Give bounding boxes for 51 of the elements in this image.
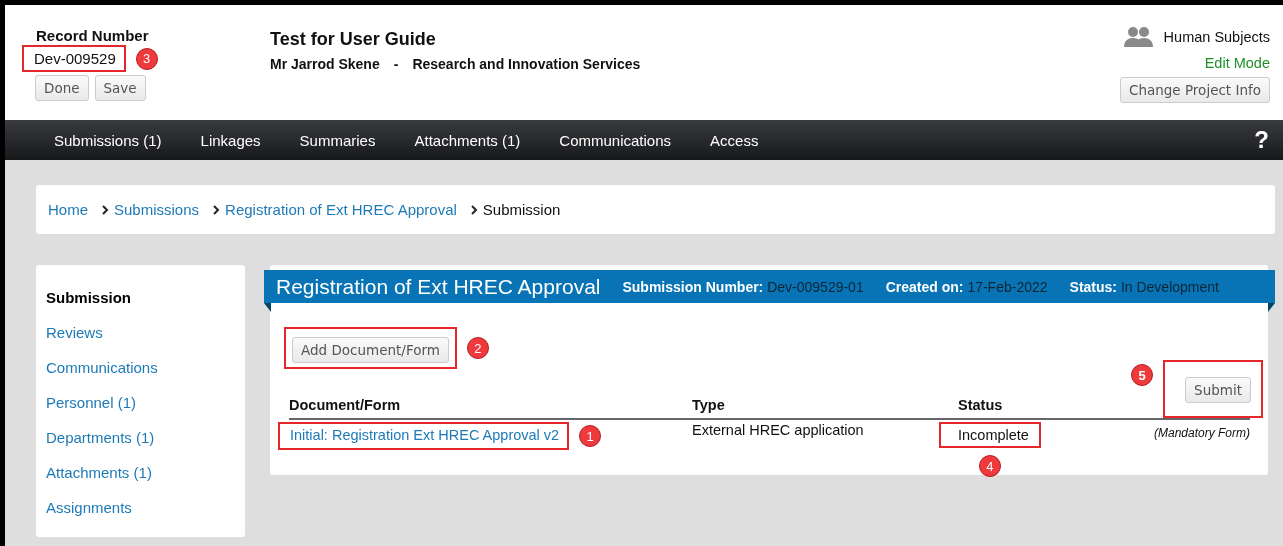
callout-badge: 3 bbox=[135, 47, 158, 70]
status-text: Incomplete bbox=[958, 427, 1029, 443]
column-header: Document/Form bbox=[289, 397, 402, 414]
meta-field: Status: In Development bbox=[1069, 278, 1219, 295]
sidebar-item[interactable]: Attachments (1) bbox=[46, 464, 235, 482]
callout-badge: 1 bbox=[579, 425, 602, 447]
breadcrumb-link[interactable]: Home bbox=[48, 201, 88, 218]
people-icon bbox=[1123, 25, 1154, 49]
chevron-icon bbox=[213, 204, 221, 215]
submission-title: Registration of Ext HREC Approval bbox=[276, 274, 601, 299]
sidebar-item[interactable]: Departments (1) bbox=[46, 429, 235, 447]
chevron-icon bbox=[102, 204, 109, 215]
investigator-name: Mr Jarrod Skene bbox=[270, 56, 380, 72]
document-link[interactable]: Initial: Registration Ext HREC Approval v2 bbox=[290, 427, 560, 443]
submit-button[interactable]: Submit bbox=[1185, 377, 1251, 403]
nav-tab[interactable]: Communications bbox=[559, 131, 672, 149]
breadcrumb-link[interactable]: Registration of Ext HREC Approval bbox=[225, 201, 457, 218]
callout-badge: 4 bbox=[978, 455, 1001, 477]
help-button[interactable]: ? bbox=[1254, 126, 1269, 154]
sidebar-item[interactable]: Personnel (1) bbox=[46, 394, 235, 412]
meta-field: Submission Number: Dev-009529-01 bbox=[622, 278, 864, 295]
breadcrumb-link[interactable]: Submissions bbox=[114, 201, 200, 218]
callout-badge: 5 bbox=[1131, 364, 1154, 386]
column-header: Status bbox=[958, 397, 1004, 414]
nav-tab[interactable]: Submissions (1) bbox=[54, 131, 162, 149]
project-type: Human Subjects bbox=[1163, 29, 1270, 45]
nav-tab[interactable]: Linkages bbox=[200, 131, 261, 149]
project-title: Test for User Guide bbox=[270, 29, 437, 50]
header-button[interactable]: Done bbox=[35, 75, 89, 101]
sidebar-item[interactable]: Communications bbox=[46, 359, 235, 377]
meta-field: Created on: 17-Feb-2022 bbox=[885, 278, 1048, 295]
department-name: Research and Innovation Services bbox=[412, 56, 641, 72]
sidebar-item[interactable]: Assignments bbox=[46, 499, 235, 517]
column-header: Type bbox=[692, 397, 726, 414]
mandatory-note: (Mandatory Form) bbox=[1152, 425, 1250, 440]
mode-label: Edit Mode bbox=[1204, 55, 1270, 71]
nav-tab[interactable]: Attachments (1) bbox=[414, 131, 521, 149]
separator: - bbox=[393, 56, 399, 72]
callout-badge: 2 bbox=[466, 337, 489, 359]
record-number: Dev-009529 bbox=[34, 50, 116, 67]
breadcrumb-current: Submission bbox=[482, 201, 561, 218]
chevron-icon bbox=[470, 204, 478, 215]
nav-tab[interactable]: Summaries bbox=[299, 131, 376, 149]
record-label: Record Number bbox=[36, 27, 150, 44]
table-cell-text: External HREC application bbox=[692, 421, 865, 438]
sidebar-item[interactable]: Submission bbox=[46, 289, 235, 307]
sidebar-item[interactable]: Reviews bbox=[46, 324, 235, 342]
header-button[interactable]: Save bbox=[94, 75, 146, 101]
change-project-button[interactable]: Change Project Info bbox=[1120, 77, 1270, 103]
add-document-button[interactable]: Add Document/Form bbox=[292, 337, 449, 363]
nav-tab[interactable]: Access bbox=[710, 131, 759, 149]
